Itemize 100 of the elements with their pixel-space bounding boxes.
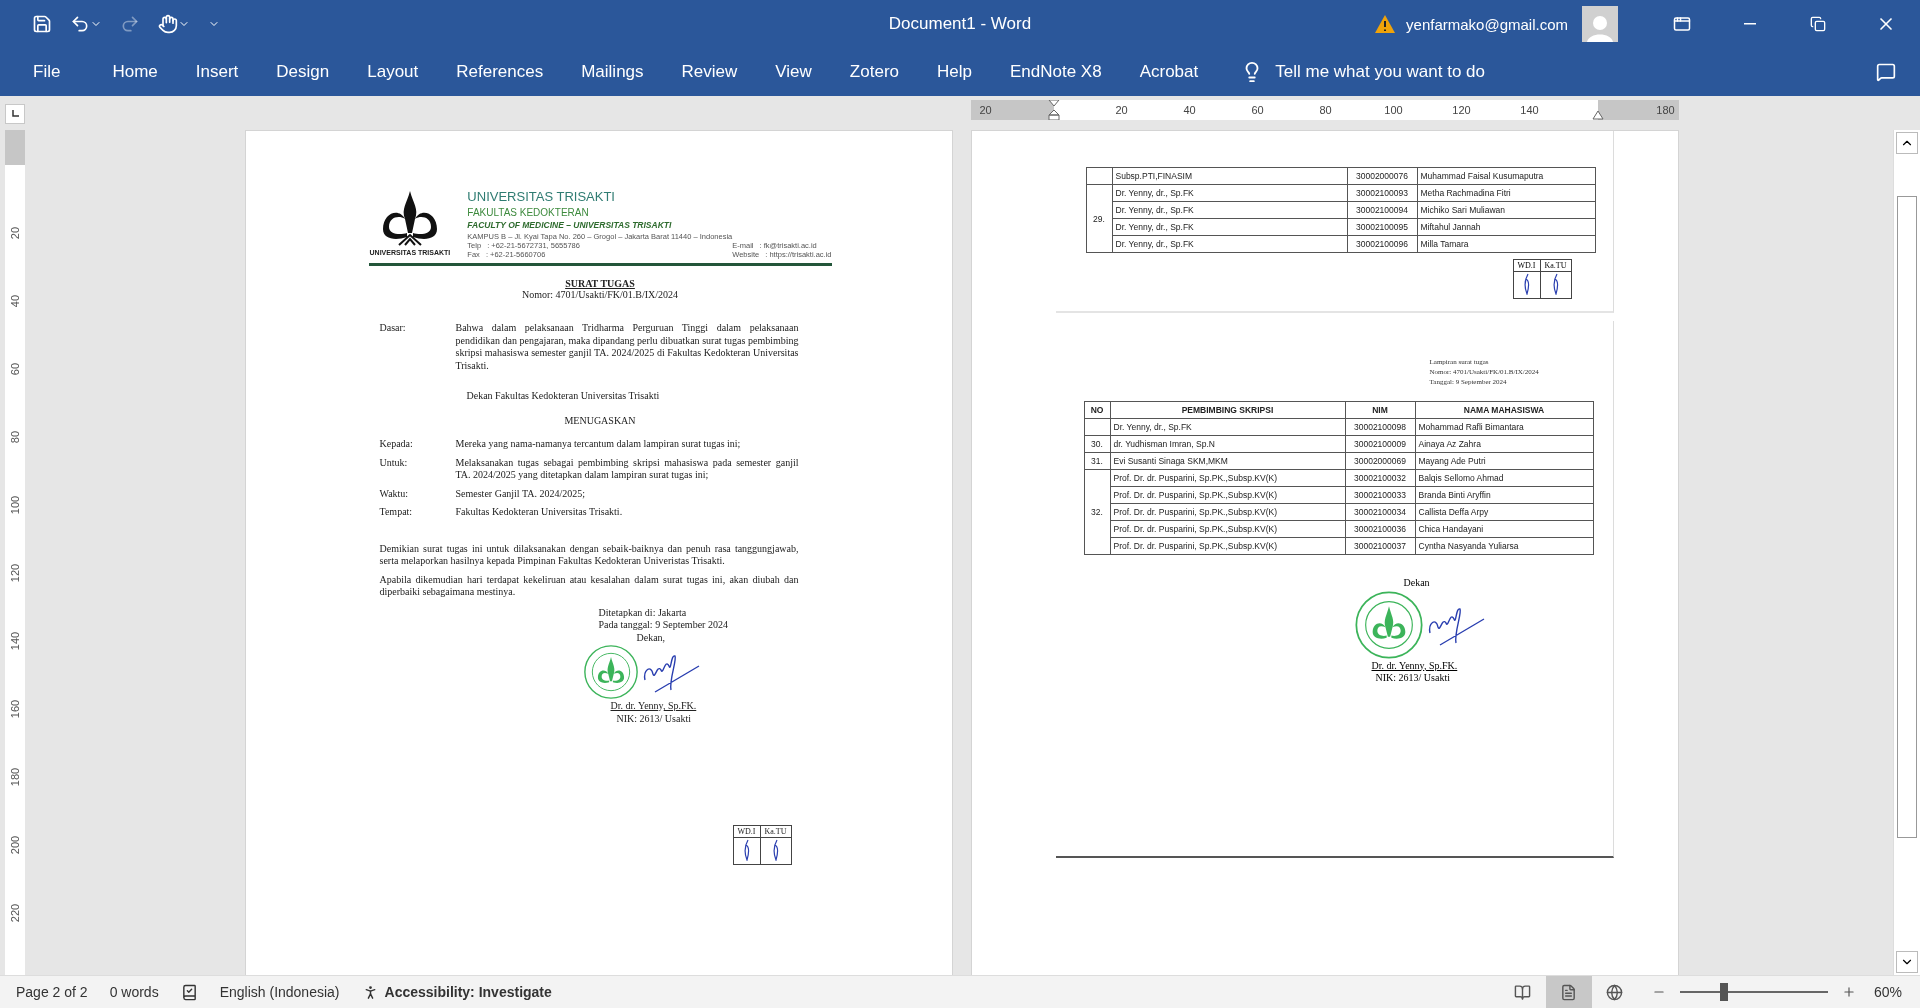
letter-title: SURAT TUGAS [565,278,635,289]
field-text: Fakultas Kedokteran Universitas Trisakti. [455,506,624,519]
account-name[interactable]: yenfarmako@gmail.com [1406,15,1568,33]
table-cell: Branda Binti Aryffin [1415,486,1593,504]
issuer-text: Dekan Fakultas Kedokteran Universitas Trisakti [466,390,660,401]
scrollbar-thumb[interactable] [1897,196,1917,838]
table-cell: 30. [1084,435,1110,453]
indent-marker-icon[interactable] [1047,100,1060,120]
page-count[interactable]: Page 2 of 2 [16,984,88,1000]
ribbon-tab[interactable]: Help [918,56,991,88]
signer-id: NIK: 2613/ Usakti [1375,672,1450,685]
ruler-number: 20 [9,226,21,240]
tab-stop-icon [11,110,19,118]
table-cell: Metha Rachmadina Fitri [1417,184,1595,202]
undo-icon [70,14,90,34]
table-cell: dr. Yudhisman Imran, Sp.N [1110,435,1345,453]
page-icon [1560,983,1578,1001]
ruler-number: 20 [979,104,992,116]
stamp-drawing [582,644,639,700]
ribbon-tab[interactable]: Review [662,56,757,88]
proofing-button[interactable] [180,983,198,1001]
ruler-number: 220 [9,903,21,923]
ruler-number: 60 [9,362,21,376]
table-cell: Prof. Dr. dr. Pusparini, Sp.PK.,Subsp.KV(K) [1110,520,1345,538]
signature-role: Dekan [1403,577,1430,590]
initial-signature-icon [770,839,781,861]
tab-selector-button[interactable] [5,104,25,124]
table-cell: 30002000069 [1345,452,1415,470]
scroll-up-button[interactable] [1896,132,1918,154]
zoom-slider-thumb[interactable] [1720,983,1729,1001]
ruler-number: 40 [9,294,21,308]
ruler-number: 100 [9,495,21,515]
table-cell: Milla Tamara [1417,235,1595,253]
table-cell: Balqis Sellomo Ahmad [1415,469,1593,487]
restore-icon [1810,16,1826,32]
field-text: Mereka yang nama-namanya tercantum dalam lampiran surat tugas ini; [455,438,742,451]
language-button[interactable]: English (Indonesia) [219,984,340,1000]
ruler-number: 200 [9,835,21,855]
globe-icon [1606,983,1624,1001]
table-cell: 32. [1084,469,1110,555]
table-cell: 30002100094 [1347,201,1417,219]
ruler-number: 80 [9,430,21,444]
print-view-button[interactable] [1545,976,1592,1008]
table-cell: Subsp.PTI,FINASIM [1112,167,1347,185]
indent-marker-icon[interactable] [1591,110,1604,120]
table-cell: Dr. Yenny, dr., Sp.FK [1112,218,1347,236]
ribbon-tab[interactable]: Acrobat [1120,56,1218,88]
table-cell: Mayang Ade Putri [1415,452,1593,470]
ruler-number: 140 [1520,104,1539,116]
ruler-margin [5,130,25,165]
table-cell: Michiko Sari Muliawan [1417,201,1595,219]
tell-me-field[interactable]: Tell me what you want to do [1273,61,1534,83]
ribbon-tab[interactable]: View [756,56,831,88]
column-header: PEMBIMBING SKRIPSI [1110,401,1345,419]
ribbon-tab[interactable]: EndNote X8 [990,56,1121,88]
stamp-drawing [1353,589,1424,660]
table-cell: 30002100037 [1345,537,1415,555]
table-cell: Evi Susanti Sinaga SKM,MKM [1110,452,1345,470]
ribbon-tab[interactable]: Mailings [562,56,663,88]
ruler-number: 100 [1384,104,1403,116]
field-text: Melaksanakan tugas sebagai pembimbing skripsi mahasiswa pada semester ganjil TA. 2024/2025 yang ditetapkan dalam lampiran surat tugas ini; [455,456,799,482]
accessibility-button[interactable]: Accessibility: Investigate [361,983,552,1001]
scroll-down-button[interactable] [1896,951,1918,973]
table-cell: 31. [1084,452,1110,470]
table-cell: Dr. Yenny, dr., Sp.FK [1112,201,1347,219]
faculty-english-name: FACULTY OF MEDICINE – UNIVERSITAS TRISAKTI [467,220,673,230]
ruler-number: 20 [1115,104,1128,116]
zoom-level[interactable]: 60% [1873,984,1902,1000]
ribbon-tab[interactable]: Design [257,56,349,88]
ribbon-tab[interactable]: Layout [348,56,438,88]
field-text: Bahwa dalam pelaksanaan Tridharma Perguruan Tinggi dalam pelaksanaan pendidikan dan pengajaran, maka dipandang perlu dibuatkan surat tugas pembimbing skripsi mahasiswa semester ganjil TA. 2024/2025 di Fakultas Kedokteran Universitas Trisakti. [455,322,799,372]
table-cell: Muhammad Faisal Kusumaputra [1417,167,1595,185]
hand-icon [158,14,178,34]
ruler-number: 80 [1319,104,1332,116]
closing-paragraph: Apabila dikemudian hari terdapat kekeliruan atau kesalahan dalam surat tugas ini, akan diubah dan diperbaiki sebagaimana mestinya. [379,573,799,599]
table-cell: 30002000076 [1347,167,1417,185]
save-icon [32,14,52,34]
initial-signature-icon [1550,273,1561,295]
column-header: NIM [1345,401,1415,419]
ribbon-tab[interactable]: Insert [176,56,258,88]
window-title: Document1 - Word [888,14,1032,34]
field-label: Dasar: [379,322,407,335]
vertical-scrollbar[interactable] [1893,130,1920,975]
book-icon [1514,983,1532,1001]
table-cell: 30002100032 [1345,469,1415,487]
word-count[interactable]: 0 words [109,984,159,1000]
warning-icon[interactable] [1374,14,1397,34]
signer-name: Dr. dr. Yenny, Sp.FK. [1371,659,1458,672]
field-label: Tempat: [379,506,414,519]
ribbon-tab[interactable]: Home [93,56,177,88]
table-cell: Cyntha Nasyanda Yuliarsa [1415,537,1593,555]
table-cell: Mohammad Rafli Bimantara [1415,418,1593,436]
ribbon-tab[interactable]: Zotero [830,56,918,88]
ribbon-tab[interactable]: File [14,56,80,88]
table-cell: Prof. Dr. dr. Pusparini, Sp.PK.,Subsp.KV(K) [1110,537,1345,555]
ribbon-tab[interactable]: References [437,56,563,88]
signature-role: Dekan, [636,631,666,644]
table-cell: Dr. Yenny, dr., Sp.FK [1112,184,1347,202]
ruler-number: 120 [1452,104,1471,116]
table-cell: Dr. Yenny, dr., Sp.FK [1110,418,1345,436]
